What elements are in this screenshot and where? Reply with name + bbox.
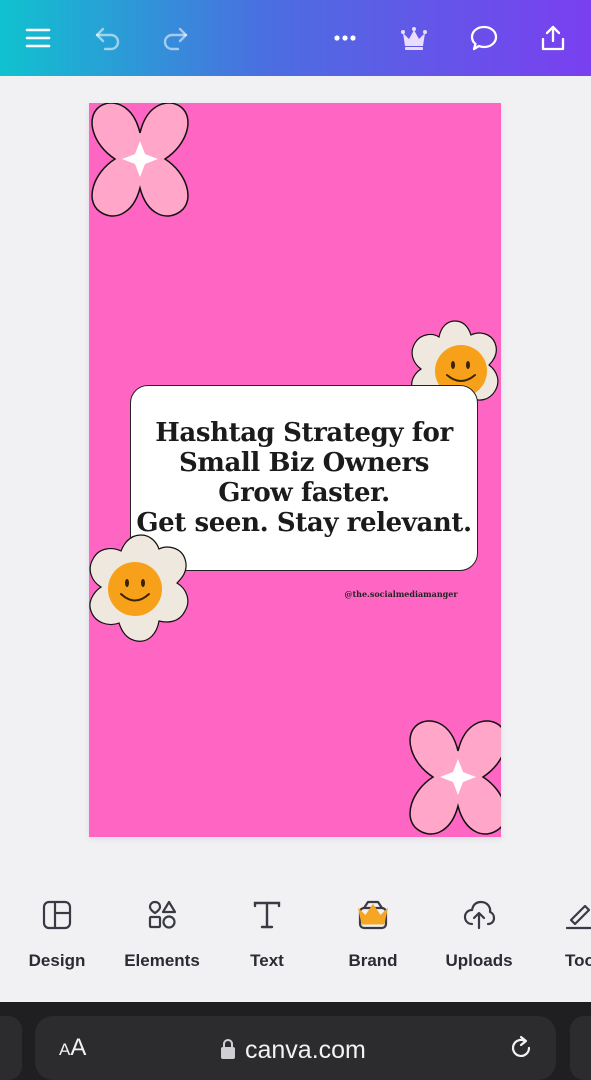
handle-text[interactable]: @the.socialmediamanger: [321, 589, 481, 599]
dock-tools-button[interactable]: Too: [525, 898, 591, 978]
share-icon: [541, 25, 565, 51]
text-size-button[interactable]: AA: [59, 1034, 86, 1062]
url-text: canva.com: [245, 1036, 366, 1064]
crown-icon: [357, 903, 389, 925]
url-field[interactable]: AA canva.com: [35, 1016, 556, 1080]
smiley-daisy-sticker[interactable]: [89, 531, 195, 647]
design-page[interactable]: Hashtag Strategy for Small Biz Owners Gr…: [89, 103, 501, 837]
more-button[interactable]: [321, 14, 369, 62]
reload-icon[interactable]: [507, 1034, 535, 1062]
browser-address-bar: AA canva.com: [0, 1002, 591, 1080]
crown-icon: [401, 27, 427, 50]
cloud-upload-icon: [463, 900, 496, 930]
canvas-stage: Hashtag Strategy for Small Biz Owners Gr…: [0, 76, 591, 878]
pro-button[interactable]: [390, 14, 438, 62]
dock-uploads-button[interactable]: Uploads: [424, 898, 534, 978]
share-button[interactable]: [529, 14, 577, 62]
lock-icon: [221, 1038, 235, 1059]
comment-button[interactable]: [460, 14, 508, 62]
undo-button[interactable]: [84, 14, 132, 62]
pink-flower-sticker[interactable]: [395, 711, 501, 837]
menu-button[interactable]: [14, 14, 62, 62]
undo-icon: [95, 27, 120, 51]
top-toolbar: [0, 0, 591, 76]
layout-icon: [42, 900, 72, 930]
more-icon: [334, 35, 356, 41]
redo-button[interactable]: [151, 14, 199, 62]
previous-tab-edge[interactable]: [0, 1016, 22, 1080]
redo-icon: [163, 27, 188, 51]
dock-elements-button[interactable]: Elements: [107, 898, 217, 978]
dock-text-button[interactable]: Text: [212, 898, 322, 978]
editor-dock: Design Elements Text Brand Uploads Too: [0, 878, 591, 1002]
next-tab-edge[interactable]: [570, 1016, 591, 1080]
dock-design-button[interactable]: Design: [2, 898, 112, 978]
tools-icon: [565, 904, 591, 930]
menu-icon: [25, 28, 51, 48]
headline-text[interactable]: Hashtag Strategy for Small Biz Owners Gr…: [131, 418, 477, 538]
text-icon: [253, 901, 281, 929]
pink-flower-sticker[interactable]: [89, 103, 203, 227]
comment-icon: [470, 25, 498, 51]
dock-brand-button[interactable]: Brand: [318, 898, 428, 978]
shapes-icon: [148, 900, 177, 929]
